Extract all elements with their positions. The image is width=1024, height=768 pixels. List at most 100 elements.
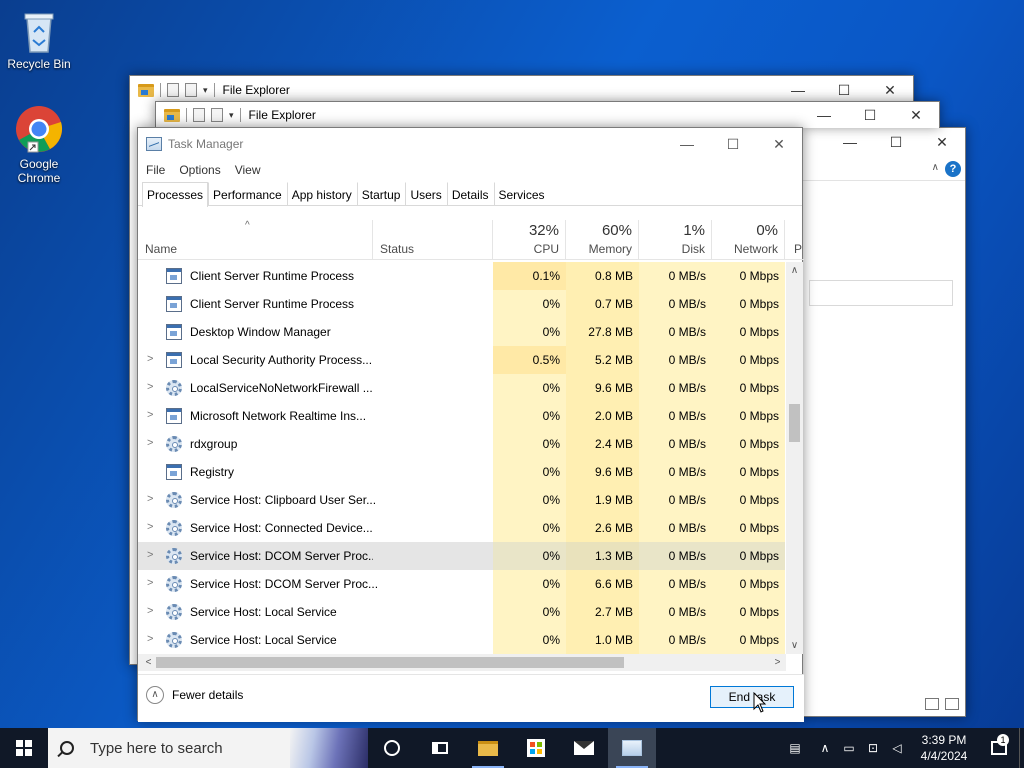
- minimize-button[interactable]: —: [775, 76, 821, 104]
- new-folder-icon[interactable]: [211, 108, 223, 122]
- table-row[interactable]: > Local Security Authority Process... 0.5%…: [138, 346, 786, 374]
- task-manager-window[interactable]: Task Manager — ☐ ✕ File Options View Pro…: [137, 127, 804, 722]
- horizontal-scrollbar[interactable]: < >: [138, 654, 786, 671]
- taskbar-mail[interactable]: [560, 728, 608, 768]
- column-header-cpu[interactable]: 32% CPU: [493, 220, 566, 260]
- table-row[interactable]: Client Server Runtime Process 0.1% 0.8 MB 0…: [138, 262, 786, 290]
- table-row[interactable]: > rdxgroup 0% 2.4 MB 0 MB/s 0 Mbps: [138, 430, 786, 458]
- table-row[interactable]: > Service Host: Local Service 0% 1.0 MB 0 MB…: [138, 626, 786, 654]
- search-box[interactable]: [809, 280, 953, 306]
- title-bar[interactable]: ▾ File Explorer — ☐ ✕: [156, 102, 939, 128]
- tab-users[interactable]: Users: [405, 182, 446, 206]
- new-folder-icon[interactable]: [185, 83, 197, 97]
- chevron-right-icon[interactable]: >: [147, 381, 155, 393]
- help-icon[interactable]: ?: [945, 161, 961, 177]
- scroll-down-icon[interactable]: ∨: [786, 637, 803, 654]
- column-header-memory[interactable]: 60% Memory: [566, 220, 639, 260]
- maximize-button[interactable]: ☐: [847, 102, 893, 128]
- taskbar-task-manager[interactable]: [608, 728, 656, 768]
- network-icon[interactable]: ⊡: [861, 728, 885, 768]
- chevron-right-icon[interactable]: >: [147, 353, 155, 365]
- maximize-button[interactable]: ☐: [710, 128, 756, 160]
- table-row[interactable]: > LocalServiceNoNetworkFirewall ... 0% 9.6 …: [138, 374, 786, 402]
- close-button[interactable]: ✕: [867, 76, 913, 104]
- table-row[interactable]: > Service Host: DCOM Server Proc... 0% 1.3 …: [138, 542, 786, 570]
- taskbar-file-explorer[interactable]: [464, 728, 512, 768]
- chevron-right-icon[interactable]: >: [147, 493, 155, 505]
- column-header-disk[interactable]: 1% Disk: [639, 220, 712, 260]
- menu-file[interactable]: File: [146, 163, 165, 177]
- column-header-network[interactable]: 0% Network: [712, 220, 785, 260]
- tab-performance[interactable]: Performance: [208, 182, 287, 206]
- scroll-up-icon[interactable]: ∧: [786, 262, 803, 279]
- table-row[interactable]: Desktop Window Manager 0% 27.8 MB 0 MB/s 0 M…: [138, 318, 786, 346]
- title-bar[interactable]: — ☐ ✕: [801, 128, 965, 156]
- close-button[interactable]: ✕: [756, 128, 802, 160]
- title-bar[interactable]: Task Manager — ☐ ✕: [138, 128, 802, 160]
- clock[interactable]: 3:39 PM 4/4/2024: [909, 732, 979, 764]
- large-icons-view-icon[interactable]: [945, 698, 959, 710]
- display-icon[interactable]: ▭: [837, 728, 861, 768]
- taskbar-task-view[interactable]: [416, 728, 464, 768]
- chevron-right-icon[interactable]: >: [147, 521, 155, 533]
- table-row[interactable]: > Service Host: Local Service 0% 2.7 MB 0 MB…: [138, 598, 786, 626]
- column-header-power[interactable]: P: [785, 220, 804, 260]
- menu-view[interactable]: View: [235, 163, 261, 177]
- file-explorer-window-2[interactable]: ▾ File Explorer — ☐ ✕: [155, 101, 940, 128]
- minimize-button[interactable]: —: [801, 102, 847, 128]
- end-task-button[interactable]: End task: [710, 686, 794, 708]
- desktop-icon-recycle-bin[interactable]: Recycle Bin: [0, 8, 78, 71]
- close-button[interactable]: ✕: [893, 102, 939, 128]
- title-bar[interactable]: ▾ File Explorer — ☐ ✕: [130, 76, 913, 104]
- chevron-right-icon[interactable]: >: [147, 577, 155, 589]
- table-row[interactable]: > Microsoft Network Realtime Ins... 0% 2.0 …: [138, 402, 786, 430]
- volume-muted-icon[interactable]: ◁: [885, 728, 909, 768]
- fewer-details-button[interactable]: ∧ Fewer details: [146, 686, 243, 704]
- news-and-interests-icon[interactable]: ▤: [777, 728, 813, 768]
- maximize-button[interactable]: ☐: [873, 128, 919, 156]
- chevron-right-icon[interactable]: >: [147, 605, 155, 617]
- tab-services[interactable]: Services: [493, 182, 550, 206]
- minimize-button[interactable]: —: [827, 128, 873, 156]
- table-row[interactable]: > Service Host: Connected Device... 0% 2.6 …: [138, 514, 786, 542]
- table-row[interactable]: Client Server Runtime Process 0% 0.7 MB 0 M…: [138, 290, 786, 318]
- taskbar-store[interactable]: [512, 728, 560, 768]
- column-header-status[interactable]: Status: [373, 220, 493, 260]
- tab-app-history[interactable]: App history: [286, 182, 357, 206]
- start-button[interactable]: [0, 728, 48, 768]
- menu-options[interactable]: Options: [179, 163, 220, 177]
- taskbar-cortana[interactable]: [368, 728, 416, 768]
- details-view-icon[interactable]: [925, 698, 939, 710]
- maximize-button[interactable]: ☐: [821, 76, 867, 104]
- chevron-up-icon[interactable]: ∧: [932, 162, 939, 173]
- show-hidden-icons-icon[interactable]: ∧: [813, 728, 837, 768]
- table-row[interactable]: > Service Host: Clipboard User Ser... 0% 1.…: [138, 486, 786, 514]
- chevron-right-icon[interactable]: >: [147, 409, 155, 421]
- action-center-button[interactable]: 1: [979, 734, 1019, 755]
- tab-processes[interactable]: Processes: [142, 182, 209, 207]
- scroll-right-icon[interactable]: >: [769, 654, 786, 671]
- show-desktop-button[interactable]: [1019, 728, 1024, 768]
- minimize-button[interactable]: —: [664, 128, 710, 160]
- taskbar-search[interactable]: Type here to search: [48, 728, 368, 768]
- table-row[interactable]: > Service Host: DCOM Server Proc... 0% 6.6 …: [138, 570, 786, 598]
- vertical-scrollbar[interactable]: ∧ ∨: [786, 262, 803, 654]
- table-row[interactable]: Registry 0% 9.6 MB 0 MB/s 0 Mbps: [138, 458, 786, 486]
- chevron-down-icon[interactable]: ▾: [203, 85, 208, 96]
- tab-startup[interactable]: Startup: [356, 182, 406, 206]
- tab-details[interactable]: Details: [446, 182, 494, 206]
- chevron-right-icon[interactable]: >: [147, 549, 155, 561]
- desktop-icon-google-chrome[interactable]: Google Chrome: [0, 104, 78, 185]
- column-header-name[interactable]: ^ Name: [138, 220, 373, 260]
- properties-icon[interactable]: [167, 83, 179, 97]
- scroll-thumb[interactable]: [156, 657, 624, 668]
- file-explorer-window-3[interactable]: — ☐ ✕ ∧ ?: [800, 127, 966, 717]
- properties-icon[interactable]: [193, 108, 205, 122]
- chevron-down-icon[interactable]: ▾: [229, 110, 234, 121]
- chevron-right-icon[interactable]: >: [147, 437, 155, 449]
- process-name-cell: > Service Host: DCOM Server Proc...: [138, 542, 378, 570]
- close-button[interactable]: ✕: [919, 128, 965, 156]
- scroll-thumb[interactable]: [789, 404, 800, 442]
- scroll-left-icon[interactable]: <: [140, 654, 157, 671]
- chevron-right-icon[interactable]: >: [147, 633, 155, 645]
